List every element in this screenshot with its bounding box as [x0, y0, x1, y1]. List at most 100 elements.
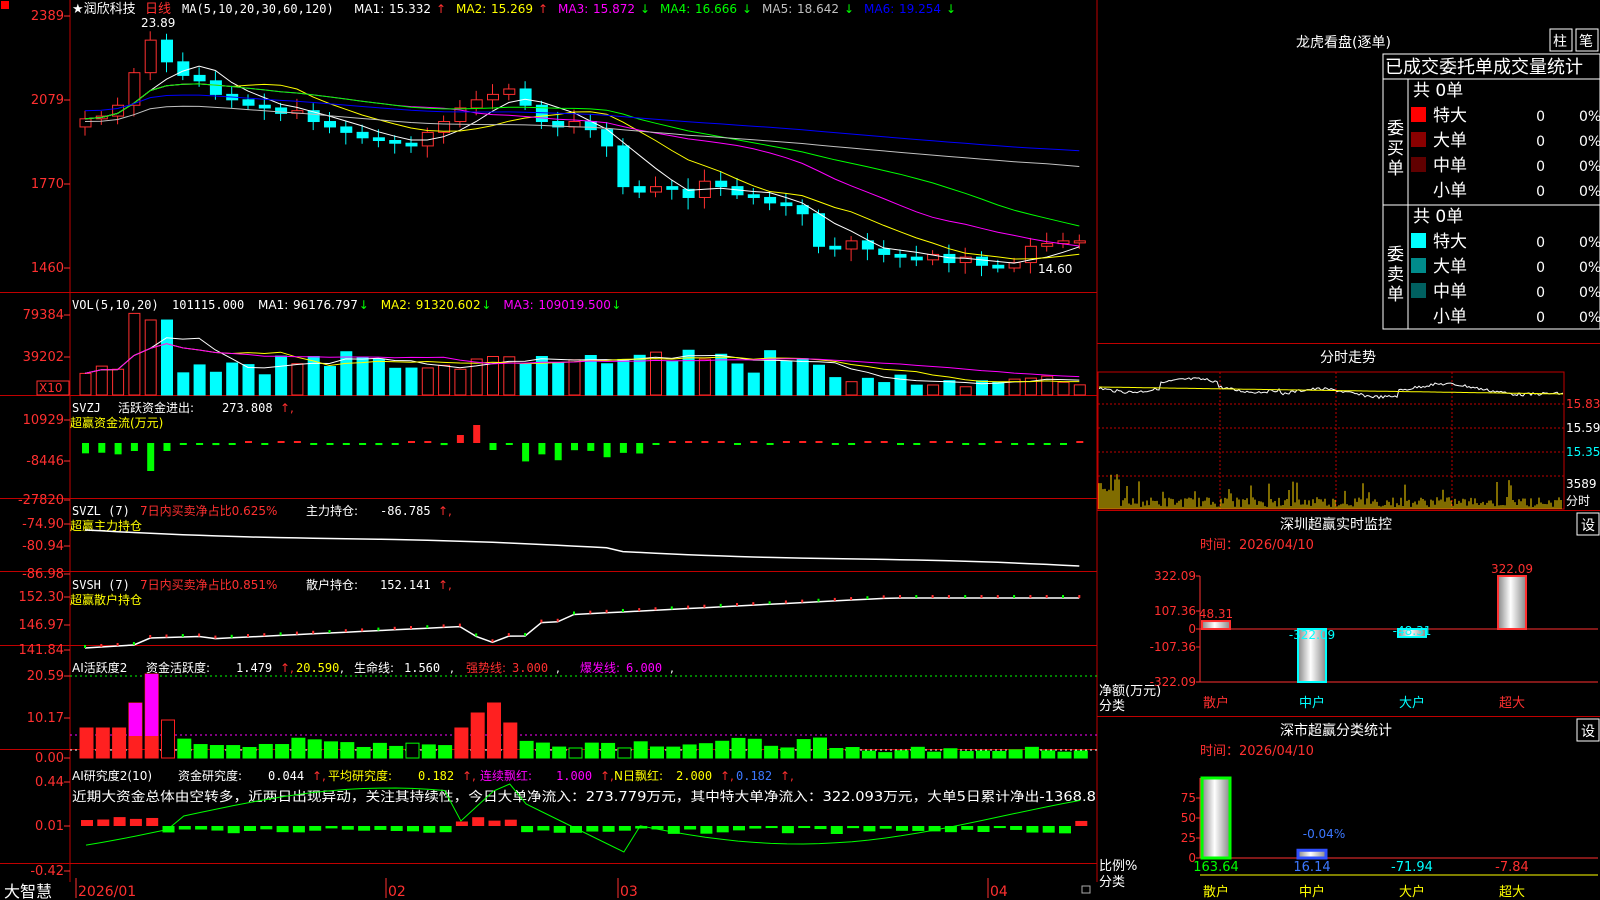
retail-marker	[84, 645, 86, 648]
retail-marker	[589, 610, 592, 614]
svg-text:↑,: ↑,	[438, 578, 452, 592]
candle-body	[177, 61, 190, 76]
research-bar	[390, 826, 403, 831]
volume-bar	[796, 358, 809, 396]
class-y-tick: 75	[1181, 791, 1196, 805]
research-bar	[586, 826, 599, 832]
intraday-title: 分时走势	[1320, 350, 1376, 366]
lock-icon[interactable]	[1081, 885, 1091, 894]
fund-flow-bar	[734, 443, 741, 445]
menu-icon[interactable]	[1, 1, 9, 9]
ai1-lifeline-label: 生命线:	[354, 660, 394, 675]
retail-marker	[638, 608, 641, 612]
candlestick-chart[interactable]	[79, 31, 1086, 277]
retail-marker	[833, 597, 836, 601]
candle-body	[503, 88, 516, 95]
class-value-label: 163.64	[1193, 860, 1239, 875]
retail-marker	[670, 606, 673, 610]
class-category: 大户	[1399, 884, 1425, 900]
y-tick: 10.17	[27, 711, 64, 726]
research-bar	[847, 826, 860, 829]
research-bar	[227, 826, 240, 834]
volume-bar	[861, 377, 874, 396]
y-tick: 10929	[23, 413, 64, 428]
volume-bar	[878, 382, 891, 396]
fund-flow-bar	[114, 443, 122, 455]
activity-bar	[747, 738, 762, 759]
ai2-value: 0.044	[268, 769, 304, 783]
retail-marker	[328, 630, 331, 633]
retail-marker	[1013, 595, 1016, 598]
research-bar	[439, 826, 452, 833]
period-label[interactable]: 日线	[145, 2, 171, 17]
order-color-swatch	[1411, 233, 1426, 248]
svsh-stat: 7日内买卖净占比0.851%	[140, 577, 277, 592]
fund-flow-bar	[179, 443, 187, 445]
ai2-header: AI研究度2(10) 资金研究度: 0.044 ↑, 平均研究度: 0.182 …	[72, 768, 794, 783]
volume-bar	[324, 366, 336, 396]
y-tick: 20.59	[27, 669, 64, 684]
intraday-vol-tick: 3589	[1566, 477, 1597, 491]
activity-bar	[796, 739, 811, 759]
vol-ma-label-3: MA3:	[503, 298, 533, 312]
volume-bar	[405, 367, 418, 396]
candle-body	[405, 142, 418, 147]
candle-body	[845, 240, 858, 250]
ai1-header: AI活跃度2 资金活跃度: 1.479 ↑, 20.590 , 生命线: 1.5…	[72, 660, 674, 675]
fund-flow-bar	[408, 441, 415, 443]
research-bar	[977, 826, 990, 832]
stock-name[interactable]: ★润欣科技	[72, 2, 136, 17]
y-tick: 1460	[31, 261, 64, 276]
ai2-nred-label: N日飘红:	[614, 768, 663, 783]
svsh-title: SVSH (7)	[72, 578, 130, 592]
ma-arrow-6: ↓	[946, 2, 956, 16]
y-tick: -86.98	[22, 567, 64, 582]
monitor-bar-超大	[1497, 575, 1527, 630]
activity-bar	[291, 737, 306, 759]
monitor-category: 散户	[1203, 695, 1229, 711]
order-total: 共 0单	[1413, 207, 1463, 227]
fund-flow-bar	[1027, 443, 1035, 445]
fund-flow-bar	[196, 443, 204, 445]
volume-bar	[959, 386, 972, 396]
fund-flow-bar	[554, 443, 562, 461]
fund-flow-bar	[391, 443, 399, 445]
fund-flow-bar	[701, 441, 709, 443]
class-bar-中户	[1296, 848, 1328, 860]
y-tick: 0.44	[35, 775, 64, 790]
research-bar	[309, 826, 322, 831]
fund-flow-bar	[489, 443, 497, 451]
svg-text:↑,: ↑,	[280, 401, 294, 415]
classstat-title: 深市超赢分类统计	[1280, 722, 1392, 739]
activity-bars	[70, 673, 1097, 759]
svg-text:↑,: ↑,	[462, 769, 476, 783]
research-bar	[211, 826, 224, 831]
monitor-y-tick: 0	[1188, 622, 1196, 636]
y-tick: 152.30	[19, 590, 65, 605]
activity-bar	[682, 744, 697, 759]
research-bar	[716, 826, 729, 833]
monitor-panel: 深圳超赢实时监控 设 时间：2026/04/10 322.09 107.36 0 -1…	[1099, 512, 1600, 714]
fund-flow-bar	[342, 443, 350, 445]
monitor-bar-散户	[1201, 620, 1231, 631]
research-bar	[537, 826, 550, 831]
volume-bar	[1073, 384, 1086, 396]
side-label-char: 委	[1387, 119, 1404, 139]
activity-bar	[731, 737, 746, 759]
volume-bar	[275, 355, 288, 396]
volume-bar	[813, 364, 825, 396]
fund-flow-bar	[978, 443, 986, 445]
intraday-y-axis: 15.83 15.59 15.35	[1566, 397, 1600, 459]
candle-body	[796, 205, 809, 215]
low-price-label: 14.60	[1038, 262, 1072, 276]
activity-bar	[715, 740, 730, 759]
ai1-value: 1.479	[236, 661, 272, 675]
order-total: 共 0单	[1413, 81, 1463, 101]
volume-bar	[177, 372, 190, 396]
activity-bar	[633, 741, 648, 759]
order-color-swatch	[1411, 182, 1426, 197]
candle-body	[780, 202, 793, 207]
y-tick: -74.90	[22, 517, 64, 532]
activity-bar	[95, 727, 110, 759]
research-bar	[1026, 826, 1039, 833]
